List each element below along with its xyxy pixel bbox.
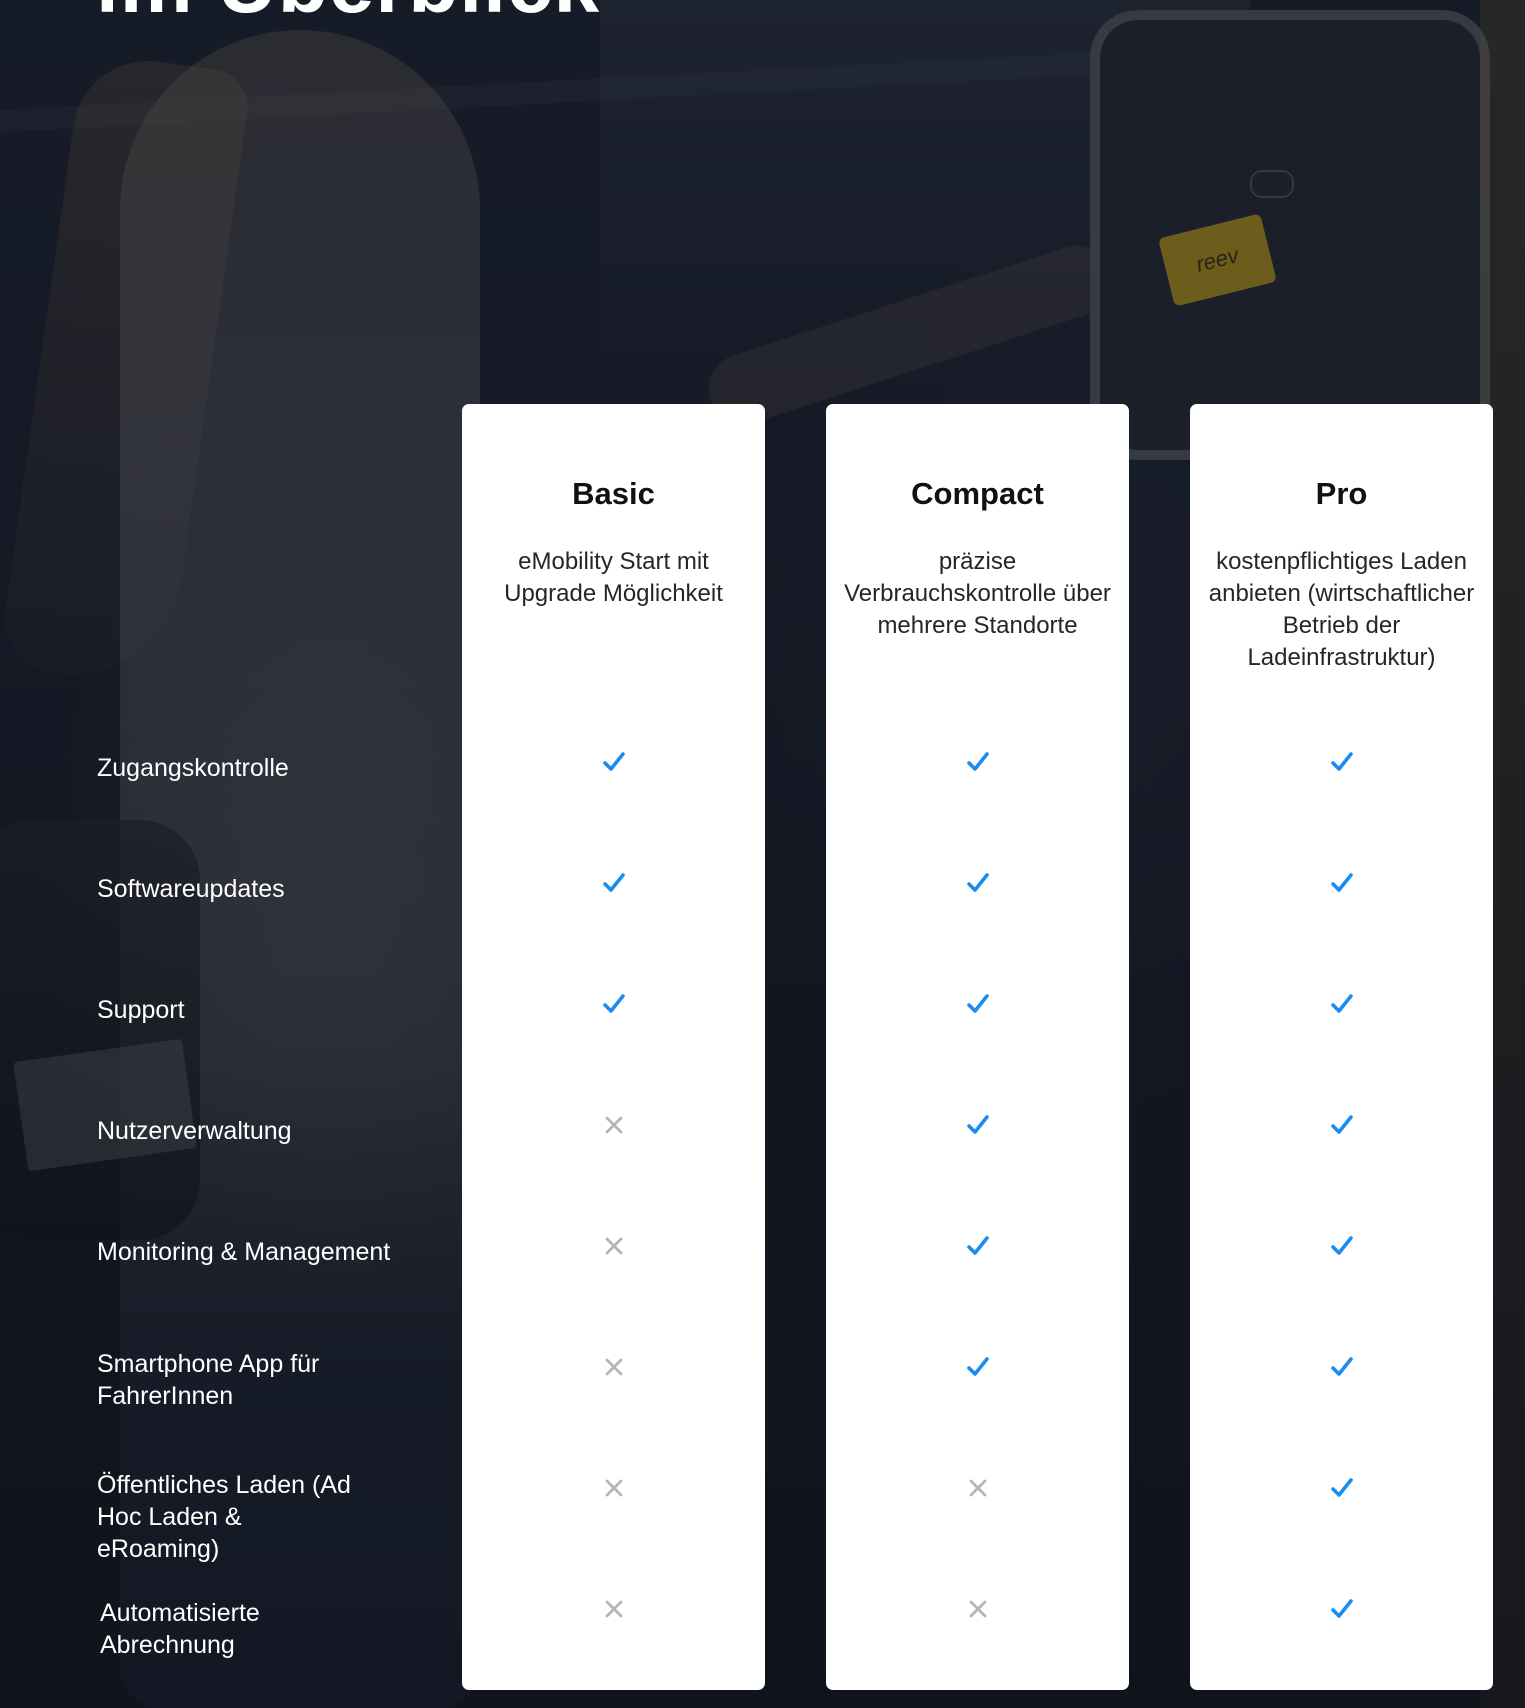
- plan-description: eMobility Start mit Upgrade Möglichkeit: [504, 548, 723, 607]
- check-icon: [826, 989, 1129, 1019]
- cross-icon: [462, 1231, 765, 1261]
- check-icon: [462, 868, 765, 898]
- check-icon: [826, 1231, 1129, 1261]
- check-icon: [826, 747, 1129, 777]
- plan-description: präzise Verbrauchskontrolle über mehrere…: [844, 548, 1111, 639]
- page-heading: im Überblick: [96, 0, 600, 32]
- feature-label: Monitoring & Management: [97, 1238, 391, 1266]
- cross-icon: [462, 1352, 765, 1382]
- check-icon: [826, 1110, 1129, 1140]
- check-icon: [1190, 1594, 1493, 1624]
- plan-name: Compact: [911, 476, 1044, 511]
- cross-icon: [826, 1473, 1129, 1503]
- feature-label: Öffentliches Laden (Ad Hoc Laden & eRoam…: [97, 1471, 351, 1563]
- cross-icon: [462, 1594, 765, 1624]
- feature-label: Automatisierte Abrechnung: [100, 1599, 260, 1659]
- check-icon: [462, 747, 765, 777]
- plan-description: kostenpflichtiges Laden anbieten (wirtsc…: [1208, 548, 1475, 671]
- check-icon: [1190, 747, 1493, 777]
- check-icon: [1190, 1352, 1493, 1382]
- plan-name: Basic: [572, 476, 655, 511]
- plan-card-basic: Basic eMobility Start mit Upgrade Möglic…: [462, 404, 765, 1690]
- feature-label: Zugangskontrolle: [97, 754, 289, 782]
- feature-label: Smartphone App für FahrerInnen: [97, 1350, 320, 1410]
- cross-icon: [462, 1473, 765, 1503]
- plan-card-pro: Pro kostenpflichtiges Laden anbieten (wi…: [1190, 404, 1493, 1690]
- plan-name: Pro: [1315, 476, 1368, 511]
- feature-label: Support: [97, 996, 185, 1024]
- cross-icon: [826, 1594, 1129, 1624]
- plan-card-compact: Compact präzise Verbrauchskontrolle über…: [826, 404, 1129, 1690]
- check-icon: [1190, 868, 1493, 898]
- cross-icon: [462, 1110, 765, 1140]
- check-icon: [1190, 1110, 1493, 1140]
- check-icon: [1190, 989, 1493, 1019]
- check-icon: [1190, 1231, 1493, 1261]
- check-icon: [462, 989, 765, 1019]
- check-icon: [1190, 1473, 1493, 1503]
- check-icon: [826, 868, 1129, 898]
- feature-label: Softwareupdates: [97, 875, 285, 903]
- feature-label: Nutzerverwaltung: [97, 1117, 292, 1145]
- check-icon: [826, 1352, 1129, 1382]
